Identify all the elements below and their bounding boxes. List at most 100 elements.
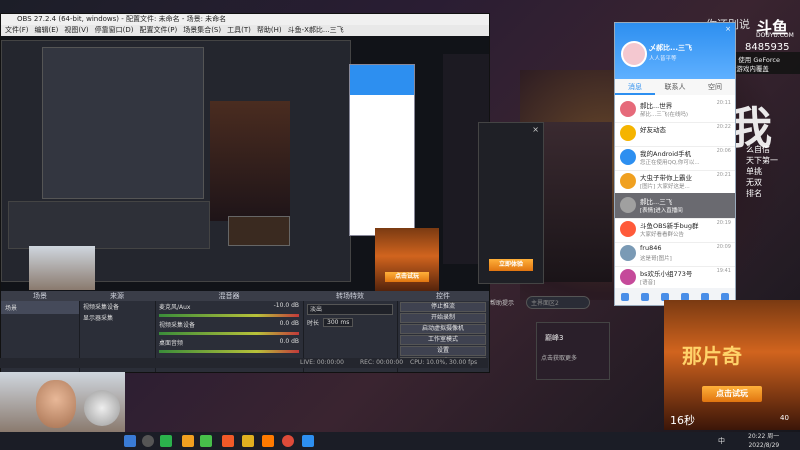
transition-select[interactable]: 淡出 — [307, 304, 393, 315]
card-sub: 点击获取更多 — [541, 355, 578, 362]
message-time: 20:22 — [716, 124, 731, 130]
bg-art-panel — [542, 122, 612, 282]
menu-docks[interactable]: 停靠窗口(D) — [95, 25, 134, 36]
qq-nickname: 乄郝比...三飞 — [649, 44, 692, 52]
obs-titlebar: OBS 27.2.4 (64-bit, windows) - 配置文件: 未命名… — [1, 14, 489, 25]
source-item-1[interactable]: 视频采集设备 — [79, 301, 155, 312]
qq-avatar[interactable] — [621, 41, 647, 67]
obs-menubar: 文件(F) 编辑(E) 视图(V) 停靠窗口(D) 配置文件(P) 场景集合(S… — [1, 25, 489, 36]
qq-close-icon[interactable]: × — [725, 25, 731, 33]
obs-window[interactable]: OBS 27.2.4 (64-bit, windows) - 配置文件: 未命名… — [0, 13, 490, 373]
douyu-icon[interactable] — [262, 435, 274, 447]
obs-preview[interactable]: 点击试玩 — [1, 36, 489, 298]
message-msg: 大家好看看群公告 — [640, 232, 685, 238]
virtual-camera-button[interactable]: 启动虚拟摄像机 — [400, 324, 486, 334]
mixer-track-3: 桌面音频 0.0 dB — [155, 337, 303, 348]
mid-ad-close-icon[interactable]: × — [532, 125, 539, 134]
duration-input[interactable]: 300 ms — [323, 318, 354, 327]
qq-message-item[interactable]: 郝比...世界 郝比...三飞(在线吗) 20:11 — [615, 97, 735, 123]
qq-message-item[interactable]: 斗鱼OBS新手bug群 大家好看看群公告 20:19 — [615, 217, 735, 243]
status-rec: REC: 00:00:00 — [360, 359, 404, 366]
clock-date: 2022/8/29 — [748, 442, 780, 449]
app-icon-1[interactable] — [182, 435, 194, 447]
clock[interactable]: 20:22 周一 2022/8/29 — [748, 432, 779, 450]
menu-edit[interactable]: 编辑(E) — [35, 25, 59, 36]
contacts-icon[interactable] — [641, 292, 649, 301]
search-taskbar-icon[interactable] — [142, 435, 154, 447]
message-msg: [图片] 大家好这是... — [640, 184, 690, 190]
douyu-url: DOUYU.COM — [756, 32, 794, 39]
message-time: 20:06 — [716, 148, 731, 154]
app-icon-3[interactable] — [222, 435, 234, 447]
nested-capture-2 — [42, 47, 204, 199]
settings-button[interactable]: 设置 — [400, 346, 486, 356]
message-name: 斗鱼OBS新手bug群 — [640, 222, 699, 230]
mixer-track-1-db: -10.0 dB — [273, 302, 299, 309]
game-ad-timer: 16秒 — [670, 414, 695, 427]
scenes-dock-title: 场景 — [1, 291, 79, 301]
start-icon[interactable] — [124, 435, 136, 447]
mixer-dock-title: 混音器 — [155, 291, 303, 301]
taskbar: 中 20:22 周一 2022/8/29 — [0, 432, 800, 450]
qq-status: 人人皆平等 — [649, 56, 677, 62]
preview-qq-header — [350, 65, 414, 95]
preview-webcam — [29, 246, 95, 290]
wechat-icon[interactable] — [160, 435, 172, 447]
qq-message-item[interactable]: fru846 这是哥[图片] 20:09 — [615, 241, 735, 267]
side-text-1: 么自信 — [746, 145, 770, 154]
mixer-track-3-name: 桌面音频 — [159, 340, 184, 347]
mid-ad-dialog[interactable]: × 立即体验 — [478, 122, 544, 284]
menu-account[interactable]: 斗鱼-Ⅹ郝比...三飞 — [288, 25, 344, 36]
mixer-track-1-name: 麦克风/Aux — [159, 304, 191, 311]
tab-space[interactable]: 空间 — [695, 79, 735, 95]
menu-tools[interactable]: 工具(T) — [227, 25, 251, 36]
bg-card[interactable]: 巅峰3 点击获取更多 — [536, 322, 610, 380]
mid-ad-button[interactable]: 立即体验 — [489, 259, 533, 271]
contact-avatar — [620, 173, 636, 189]
app-icon-2[interactable] — [200, 435, 212, 447]
studio-mode-button[interactable]: 工作室模式 — [400, 335, 486, 345]
menu-profile[interactable]: 配置文件(P) — [140, 25, 178, 36]
menu-icon[interactable] — [621, 292, 629, 301]
bg-button-help[interactable]: 帮助提示 — [490, 298, 522, 308]
qq-message-item[interactable]: 大虫子带你上霸业 [图片] 大家好这是... 20:21 — [615, 169, 735, 195]
side-text-4: 无双 — [746, 178, 762, 187]
stop-streaming-button[interactable]: 停止推流 — [400, 302, 486, 312]
side-text-3: 单挑 — [746, 167, 762, 176]
contact-avatar — [620, 269, 636, 285]
menu-scene-collection[interactable]: 场景集合(S) — [183, 25, 221, 36]
menu-help[interactable]: 帮助(H) — [257, 25, 282, 36]
chrome-icon[interactable] — [282, 435, 294, 447]
game-ad-play-button[interactable]: 点击试玩 — [702, 386, 762, 402]
folder-icon[interactable] — [242, 435, 254, 447]
sources-dock-title: 来源 — [79, 291, 155, 301]
game-ad-title: 那片奇 — [682, 344, 742, 368]
message-msg: 郝比...三飞(在线吗) — [640, 112, 689, 118]
contact-avatar — [620, 149, 636, 165]
ime-indicator[interactable]: 中 — [718, 436, 725, 446]
start-recording-button[interactable]: 开始录制 — [400, 313, 486, 323]
tab-contacts[interactable]: 联系人 — [655, 79, 695, 95]
obs-icon[interactable] — [302, 435, 314, 447]
contact-avatar — [620, 101, 636, 117]
preview-ad: 点击试玩 — [375, 228, 439, 298]
duration-label: 时长 — [307, 320, 320, 327]
side-text-2: 天下第一 — [746, 156, 778, 165]
source-item-2[interactable]: 显示器采集 — [79, 312, 155, 323]
scene-item[interactable]: 场景 — [1, 301, 79, 314]
menu-file[interactable]: 文件(F) — [5, 25, 29, 36]
qq-panel[interactable]: 乄郝比...三飞 人人皆平等 × 消息 联系人 空间 郝比...世界 郝比...三… — [614, 22, 736, 306]
message-name: 郝比...三飞 — [640, 198, 673, 206]
qq-message-item[interactable]: 我的Android手机 您正在使用QQ,你可以... 20:06 — [615, 145, 735, 171]
game-ad[interactable]: 那片奇 点击试玩 16秒 40 — [664, 300, 800, 430]
qq-message-item[interactable]: 好友动态 20:22 — [615, 121, 735, 147]
bg-search-input[interactable]: 主界面区2 — [526, 296, 590, 309]
message-name: 郝比...世界 — [640, 102, 673, 110]
tab-messages[interactable]: 消息 — [615, 79, 655, 95]
menu-view[interactable]: 视图(V) — [64, 25, 88, 36]
preview-qq-panel — [349, 64, 415, 236]
mixer-meter-1 — [159, 314, 299, 317]
contact-avatar — [620, 197, 636, 213]
nested-game-art — [210, 101, 290, 221]
qq-message-item[interactable]: 郝比...三飞 [表情]进入直播间 — [615, 193, 735, 219]
